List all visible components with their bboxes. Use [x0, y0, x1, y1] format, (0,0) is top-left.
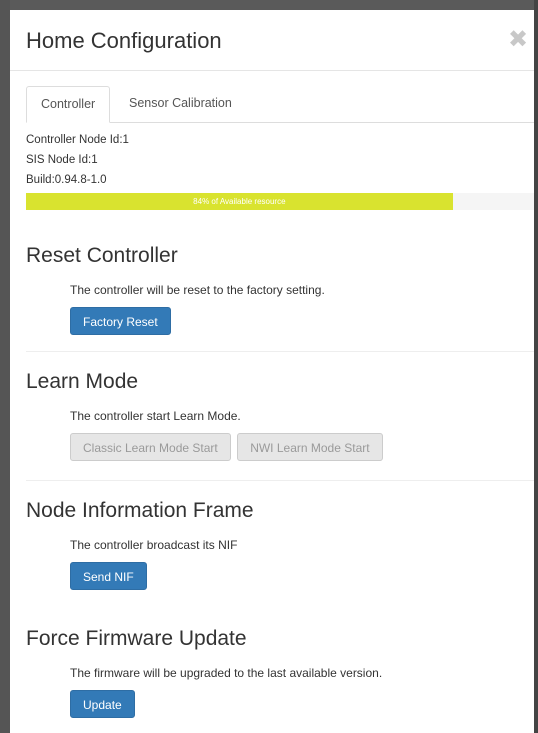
classic-learn-mode-button[interactable]: Classic Learn Mode Start [70, 433, 231, 461]
learn-mode-description: The controller start Learn Mode. [70, 409, 241, 423]
reset-controller-section: Reset Controller The controller will be … [26, 241, 534, 337]
nwi-learn-mode-button[interactable]: NWI Learn Mode Start [237, 433, 383, 461]
modal-backdrop-top [0, 0, 538, 10]
send-nif-button[interactable]: Send NIF [70, 562, 147, 590]
nif-button-row: Send NIF [70, 562, 534, 592]
factory-reset-button[interactable]: Factory Reset [70, 307, 171, 335]
controller-node-id: Controller Node Id:1 [26, 134, 129, 146]
controller-info: Controller Node Id:1 SIS Node Id:1 Build… [26, 130, 534, 190]
close-icon[interactable]: ✖ [508, 28, 528, 52]
firmware-update-section: Force Firmware Update The firmware will … [26, 624, 534, 720]
nif-description: The controller broadcast its NIF [70, 538, 238, 552]
modal-title: Home Configuration [26, 28, 222, 53]
tab-sensor-calibration[interactable]: Sensor Calibration [115, 86, 246, 121]
home-configuration-modal: Home Configuration ✖ Controller Sensor C… [10, 10, 534, 733]
nif-section: Node Information Frame The controller br… [26, 496, 534, 592]
update-button[interactable]: Update [70, 690, 135, 718]
sis-node-id: SIS Node Id:1 [26, 154, 98, 166]
nif-title: Node Information Frame [26, 499, 254, 522]
learn-mode-section: Learn Mode The controller start Learn Mo… [26, 367, 534, 463]
resource-progress: 84% of Available resource [26, 193, 534, 210]
firmware-update-title: Force Firmware Update [26, 627, 247, 650]
reset-controller-description: The controller will be reset to the fact… [70, 283, 325, 297]
firmware-update-description: The firmware will be upgraded to the las… [70, 666, 383, 680]
reset-button-row: Factory Reset [70, 307, 534, 337]
tab-bar: Controller Sensor Calibration [26, 86, 534, 123]
section-divider [26, 480, 534, 481]
modal-body: Controller Sensor Calibration Controller… [26, 86, 534, 718]
build-version: Build:0.94.8-1.0 [26, 174, 107, 186]
modal-backdrop-right [534, 0, 538, 733]
tab-controller[interactable]: Controller [26, 86, 111, 123]
section-divider [26, 351, 534, 352]
modal-backdrop-left [0, 0, 10, 733]
learn-button-row: Classic Learn Mode Start NWI Learn Mode … [70, 433, 534, 463]
reset-controller-title: Reset Controller [26, 244, 178, 267]
resource-progress-bar: 84% of Available resource [26, 193, 453, 210]
learn-mode-title: Learn Mode [26, 370, 139, 393]
modal-header: Home Configuration ✖ [10, 10, 534, 71]
firmware-button-row: Update [70, 690, 534, 720]
